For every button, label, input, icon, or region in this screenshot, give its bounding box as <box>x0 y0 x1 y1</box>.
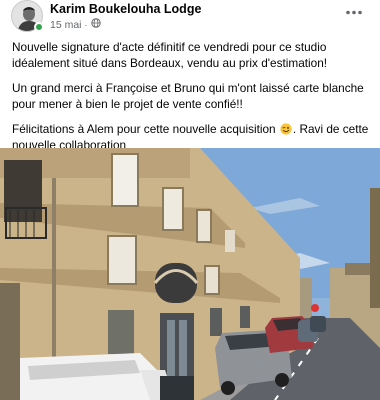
post-header: Karim Boukelouha Lodge 15 mai · <box>0 0 380 36</box>
more-options-icon <box>346 10 362 14</box>
post-paragraph-3-text: Félicitations à Alem pour cette nouvelle… <box>12 122 276 136</box>
post-paragraph-2: Un grand merci à Françoise et Bruno qui … <box>12 81 364 111</box>
online-status-icon <box>34 22 44 32</box>
post-photo[interactable] <box>0 148 380 400</box>
post-body: Nouvelle signature d'acte définitif ce v… <box>12 40 372 153</box>
post-meta: 15 mai · <box>50 18 101 31</box>
author-name[interactable]: Karim Boukelouha Lodge <box>50 2 201 16</box>
more-options-button[interactable] <box>342 2 366 22</box>
globe-icon <box>90 18 101 31</box>
post-paragraph-1: Nouvelle signature d'acte définitif ce v… <box>12 40 328 70</box>
meta-separator: · <box>84 19 88 30</box>
post-date[interactable]: 15 mai <box>50 19 82 31</box>
wink-emoji-icon <box>280 123 292 135</box>
